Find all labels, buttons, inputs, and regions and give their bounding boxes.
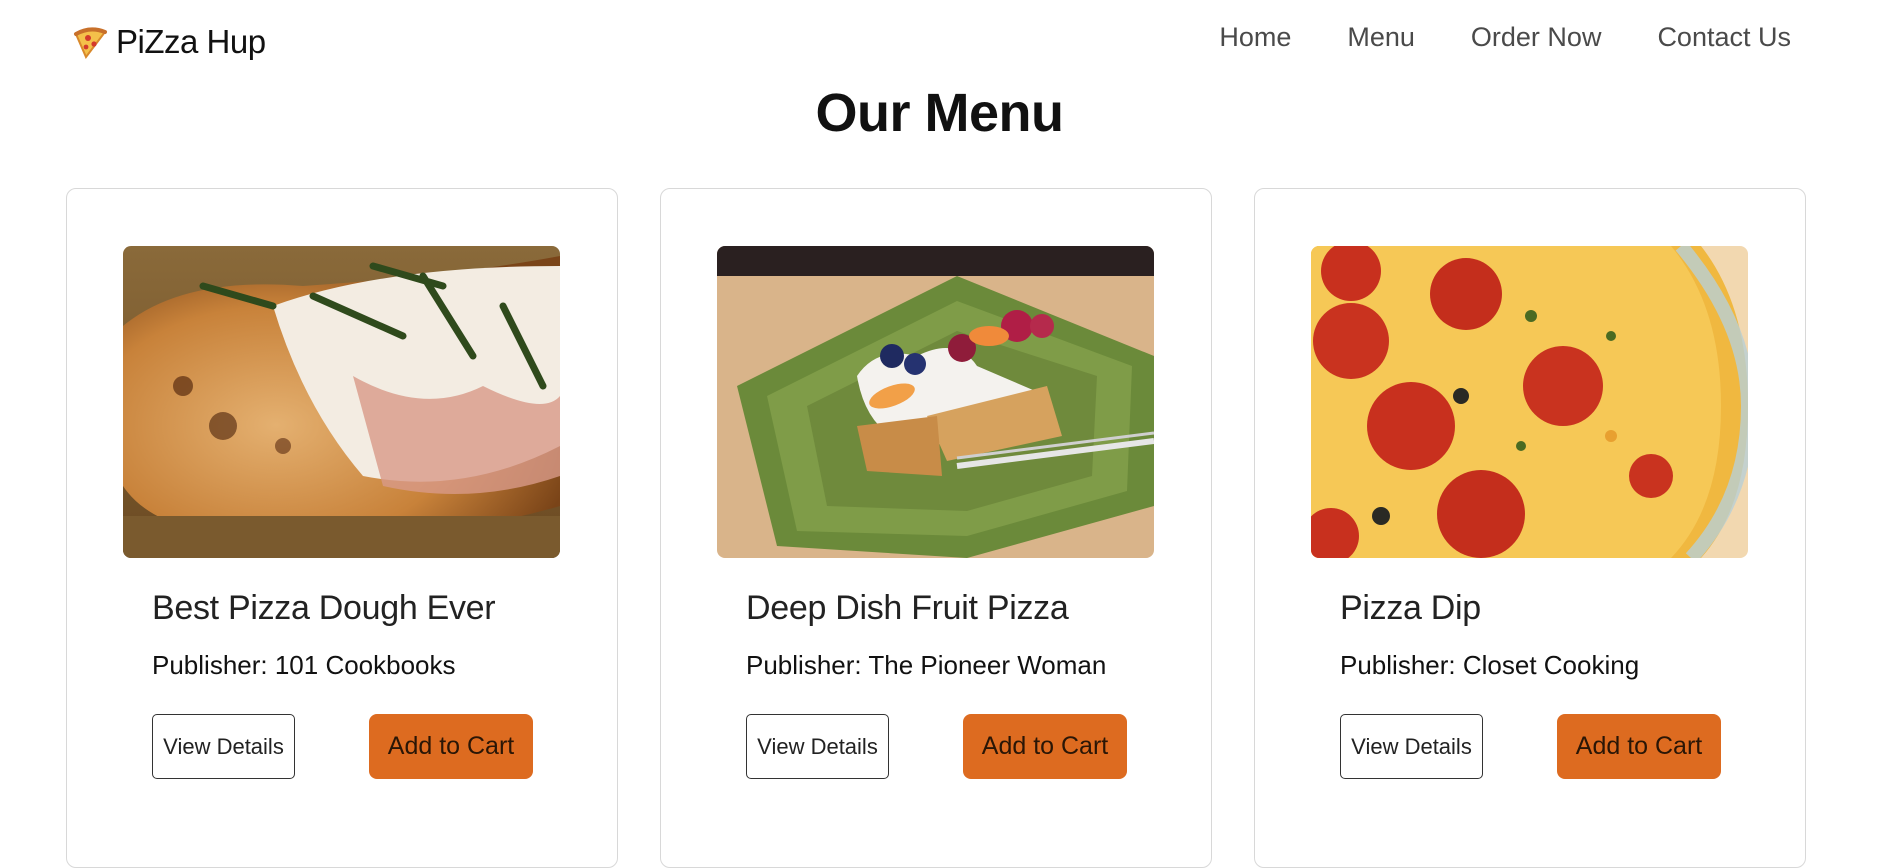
card-publisher: Publisher: Closet Cooking [1340, 650, 1640, 680]
nav-link-menu[interactable]: Menu [1347, 22, 1415, 52]
brand-name: PiZza Hup [116, 23, 266, 60]
nav-link-order-now[interactable]: Order Now [1471, 22, 1602, 52]
brand[interactable]: PiZza Hup [72, 20, 266, 64]
pepperoni-pizza-dip-photo [1311, 246, 1748, 558]
card-publisher: Publisher: The Pioneer Woman [746, 650, 1107, 680]
add-to-cart-button[interactable]: Add to Cart [369, 714, 533, 779]
view-details-button[interactable]: View Details [746, 714, 889, 779]
pizza-slice-icon [72, 24, 108, 60]
menu-card: Deep Dish Fruit Pizza Publisher: The Pio… [660, 188, 1212, 868]
navbar: PiZza Hup Home Menu Order Now Contact Us [0, 0, 1879, 84]
card-title: Pizza Dip [1340, 589, 1481, 627]
nav-link-home[interactable]: Home [1219, 22, 1291, 52]
page-title: Our Menu [815, 83, 1065, 143]
nav-link-contact-us[interactable]: Contact Us [1657, 22, 1791, 52]
add-to-cart-button[interactable]: Add to Cart [963, 714, 1127, 779]
nav-links: Home Menu Order Now Contact Us [1219, 22, 1791, 53]
fruit-pizza-on-green-plate-photo [717, 246, 1154, 558]
card-title: Best Pizza Dough Ever [152, 589, 496, 627]
menu-cards: Best Pizza Dough Ever Publisher: 101 Coo… [66, 188, 1806, 868]
view-details-button[interactable]: View Details [1340, 714, 1483, 779]
card-publisher: Publisher: 101 Cookbooks [152, 650, 456, 680]
pizza-closeup-photo [123, 246, 560, 558]
card-title: Deep Dish Fruit Pizza [746, 589, 1069, 627]
add-to-cart-button[interactable]: Add to Cart [1557, 714, 1721, 779]
menu-card: Best Pizza Dough Ever Publisher: 101 Coo… [66, 188, 618, 868]
menu-card: Pizza Dip Publisher: Closet Cooking View… [1254, 188, 1806, 868]
view-details-button[interactable]: View Details [152, 714, 295, 779]
